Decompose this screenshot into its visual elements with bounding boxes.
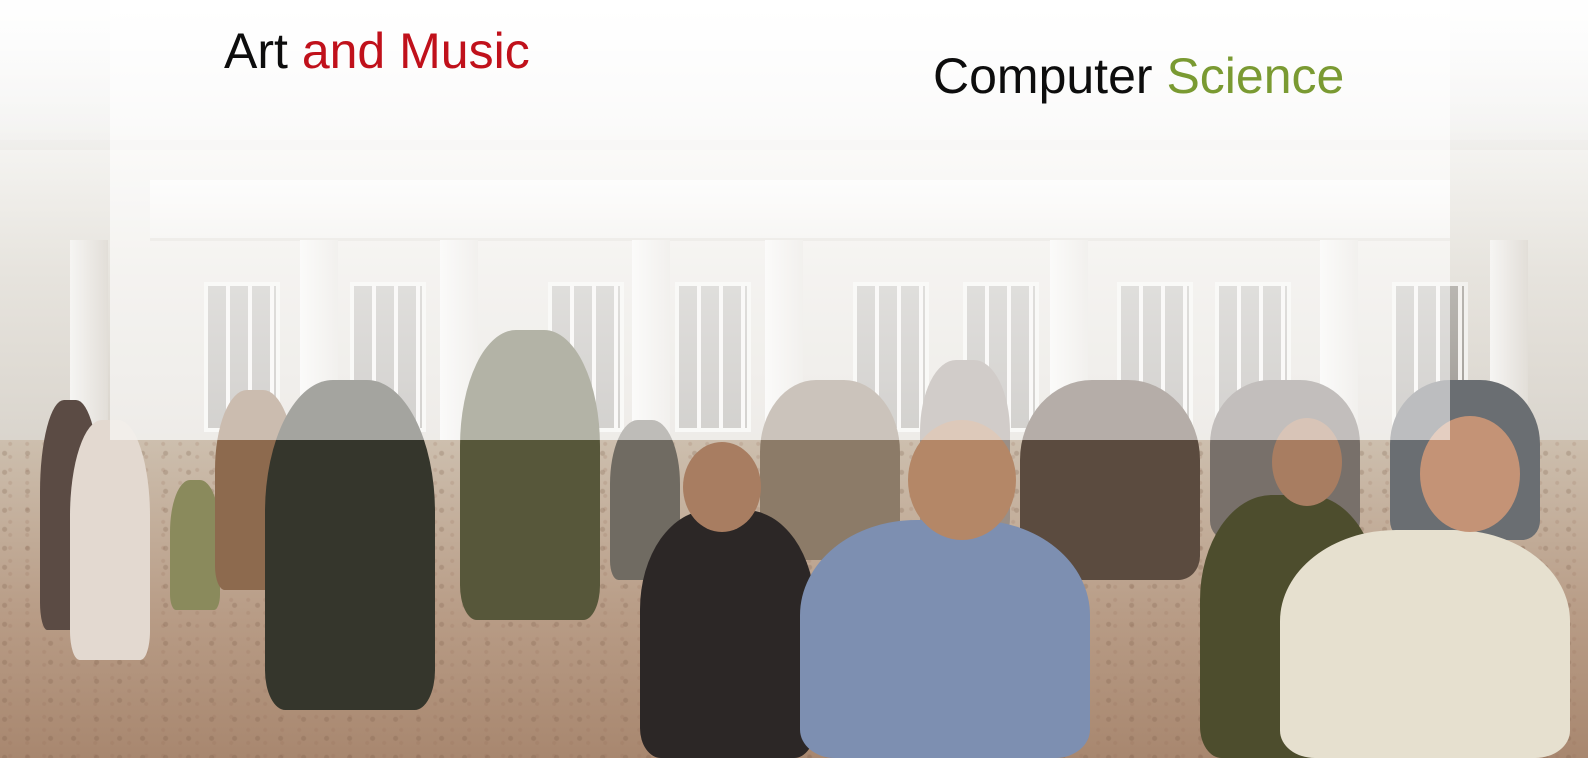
title-art-word: Art [224, 23, 288, 79]
person [1280, 530, 1570, 758]
background-photo [0, 0, 1588, 758]
child-head [683, 442, 761, 532]
title-and-music-word: and Music [301, 23, 530, 79]
person [170, 480, 220, 610]
person [800, 520, 1090, 758]
person [70, 420, 150, 660]
title-art-and-music: Art and Music [224, 26, 530, 76]
title-computer-word: Computer [933, 48, 1153, 104]
title-computer-science: Computer Science [933, 51, 1344, 101]
title-science-word: Science [1166, 48, 1345, 104]
person [640, 510, 815, 758]
